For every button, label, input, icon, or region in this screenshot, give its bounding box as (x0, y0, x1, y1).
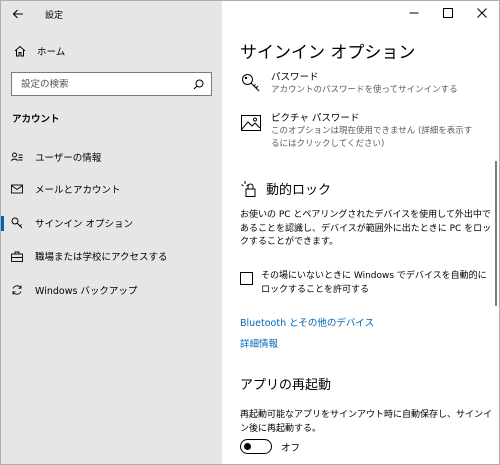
picture-password-title: ピクチャ パスワード (271, 113, 360, 124)
sidebar-item-label: メールとアカウント (35, 185, 121, 196)
picture-password-option[interactable]: ピクチャ パスワード このオプションは現在使用できません (詳細を表示するにはク… (240, 112, 490, 151)
minimize-button[interactable] (397, 1, 431, 25)
settings-window: 設定 ホーム アカウント (0, 0, 500, 465)
sidebar-item-work-school[interactable]: 職場または学校にアクセスする (1, 244, 222, 268)
toggle-state-label: オフ (281, 442, 301, 454)
titlebar: 設定 (1, 1, 222, 27)
close-icon (477, 8, 487, 18)
maximize-button[interactable] (431, 1, 465, 25)
selection-indicator (1, 216, 4, 231)
section-title: アカウント (12, 114, 60, 125)
minimize-icon (409, 12, 419, 14)
more-info-link[interactable]: 詳細情報 (240, 336, 278, 350)
app-title: 設定 (45, 11, 64, 21)
dynamic-lock-checkbox-row[interactable]: その場にいないときに Windows でデバイスを自動的にロックすることを許可す… (240, 269, 492, 297)
search-icon[interactable] (193, 79, 204, 90)
dynamic-lock-checkbox[interactable] (240, 272, 253, 285)
main-content: サインイン オプション パスワード アカウントのパスワードを使ってサインインする (222, 1, 499, 464)
password-option[interactable]: パスワード アカウントのパスワードを使ってサインインする (240, 71, 490, 97)
dynamic-lock-icon (241, 180, 256, 197)
bluetooth-link[interactable]: Bluetooth とその他のデバイス (240, 315, 374, 329)
picture-icon (240, 114, 262, 136)
sidebar: 設定 ホーム アカウント (1, 1, 222, 464)
sidebar-item-label: サインイン オプション (35, 219, 134, 230)
sidebar-item-user-info[interactable]: ユーザーの情報 (1, 145, 222, 169)
briefcase-icon (11, 250, 23, 262)
sidebar-item-label: ユーザーの情報 (35, 153, 102, 164)
search-input[interactable] (21, 78, 171, 90)
app-restart-desc: 再起動可能なアプリをサインアウト時に自動保存し、サインイン後に再起動する。 (240, 410, 493, 434)
scrollbar[interactable] (495, 161, 497, 306)
app-restart-title: アプリの再起動 (240, 378, 332, 393)
dynamic-lock-checkbox-label: その場にいないときに Windows でデバイスを自動的にロックすることを許可す… (261, 271, 487, 295)
sidebar-item-label: Windows バックアップ (35, 286, 138, 297)
search-box[interactable] (11, 72, 212, 96)
toggle-knob (244, 442, 251, 450)
key-icon (11, 217, 23, 229)
home-label: ホーム (37, 47, 66, 58)
close-button[interactable] (465, 1, 499, 25)
back-button[interactable] (7, 4, 29, 24)
sidebar-item-mail-accounts[interactable]: メールとアカウント (1, 177, 222, 201)
page-title: サインイン オプション (240, 43, 416, 63)
maximize-icon (443, 8, 453, 18)
dynamic-lock-desc: お使いの PC とペアリングされたデバイスを使用して外出中であることを認識し、デ… (240, 210, 492, 247)
sidebar-item-windows-backup[interactable]: Windows バックアップ (1, 278, 222, 302)
password-desc: アカウントのパスワードを使ってサインインする (271, 85, 458, 95)
key-icon (240, 73, 262, 95)
home-icon (14, 45, 26, 57)
picture-password-desc: このオプションは現在使用できません (詳細を表示するにはクリックしてください) (271, 126, 473, 149)
sync-icon (11, 284, 23, 296)
window-controls (397, 1, 499, 27)
sidebar-item-sign-in-options[interactable]: サインイン オプション (1, 211, 222, 235)
app-restart-toggle-row: オフ (240, 439, 300, 454)
dynamic-lock-title: 動的ロック (266, 183, 332, 198)
back-arrow-icon (12, 9, 23, 19)
mail-icon (11, 183, 23, 195)
dynamic-lock-header: 動的ロック (240, 179, 331, 198)
sidebar-item-home[interactable]: ホーム (1, 39, 222, 63)
sidebar-item-label: 職場または学校にアクセスする (35, 252, 168, 263)
app-restart-toggle[interactable] (240, 439, 272, 454)
user-info-icon (11, 151, 23, 163)
password-title: パスワード (271, 72, 319, 83)
